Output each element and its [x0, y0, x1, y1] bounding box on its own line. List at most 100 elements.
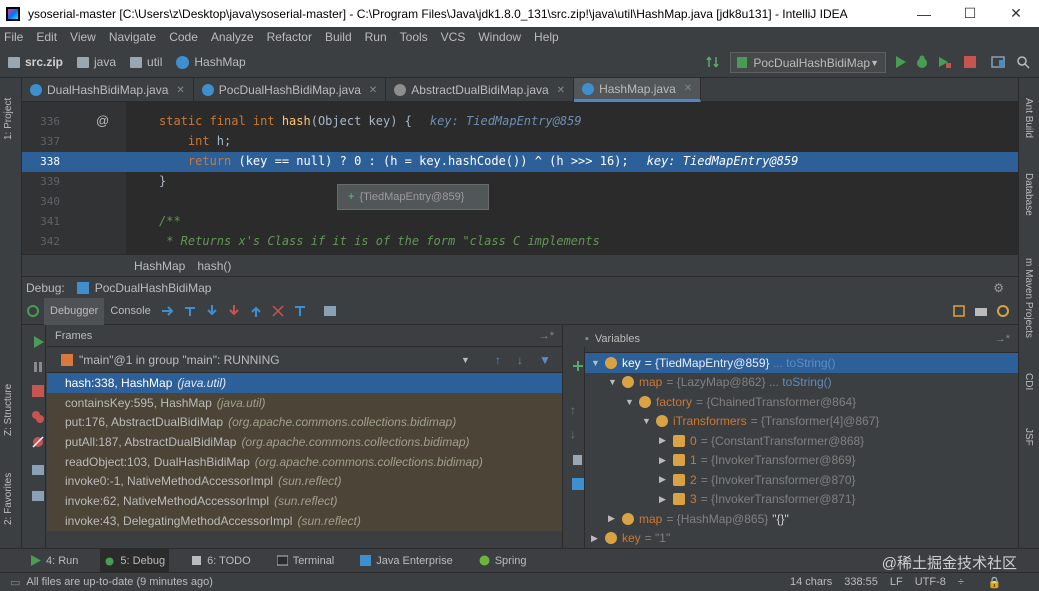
nav-crumb-util[interactable]: util — [130, 55, 162, 69]
favorites-tool-button[interactable]: 2: Favorites — [3, 473, 14, 525]
expanded-arrow-icon[interactable]: ▼ — [608, 377, 618, 387]
menu-view[interactable]: View — [70, 30, 96, 44]
nav-crumb-hashmap[interactable]: HashMap — [176, 55, 246, 69]
to-string-link[interactable]: ... toString() — [769, 375, 832, 389]
variable-node[interactable]: ▶ map = {HashMap@865} "{}" — [585, 509, 1018, 529]
collapsed-arrow-icon[interactable]: ▶ — [591, 533, 601, 544]
ant-build-tool-button[interactable]: Ant Build — [1023, 98, 1034, 138]
stop-icon[interactable] — [963, 55, 977, 69]
menu-run[interactable]: Run — [365, 30, 387, 44]
variable-node[interactable]: ▶ 1 = {InvokerTransformer@869} — [585, 451, 1018, 471]
stack-frame[interactable]: readObject:103, DualHashBidiMap (org.apac… — [47, 451, 562, 472]
variable-node[interactable]: ▶ key = "1" — [585, 529, 1018, 549]
expanded-arrow-icon[interactable]: ▼ — [591, 358, 601, 368]
force-step-into-icon[interactable] — [227, 304, 241, 318]
collapsed-arrow-icon[interactable]: ▶ — [608, 513, 618, 524]
code-line[interactable]: 341 /** — [22, 212, 1018, 232]
todo-tool-tab[interactable]: 6: TODO — [187, 549, 255, 573]
tab-console[interactable]: Console — [104, 298, 156, 325]
menu-navigate[interactable]: Navigate — [109, 30, 156, 44]
collapsed-arrow-icon[interactable]: ▶ — [659, 435, 669, 446]
get-thread-dump-icon[interactable] — [31, 463, 45, 477]
debug-tool-tab[interactable]: 5: Debug — [100, 548, 170, 573]
expanded-arrow-icon[interactable]: ▼ — [625, 397, 635, 407]
stop-icon[interactable] — [31, 384, 45, 398]
database-tool-button[interactable]: Database — [1023, 173, 1034, 216]
project-structure-icon[interactable] — [991, 55, 1005, 69]
collapsed-arrow-icon[interactable]: ▶ — [659, 474, 669, 485]
terminal-tool-tab[interactable]: Terminal — [273, 549, 339, 573]
code-editor[interactable]: 336 static final int hash(Object key) {ke… — [22, 102, 1018, 254]
watches-icon[interactable] — [571, 477, 585, 491]
menu-code[interactable]: Code — [169, 30, 198, 44]
menu-vcs[interactable]: VCS — [441, 30, 466, 44]
tab-dualhashbidimap[interactable]: DualHashBidiMap.java ✕ — [22, 78, 194, 102]
restore-layout-icon[interactable] — [952, 304, 966, 318]
tab-hashmap[interactable]: HashMap.java ✕ — [574, 78, 702, 102]
menu-window[interactable]: Window — [478, 30, 521, 44]
coverage-icon[interactable] — [937, 55, 951, 69]
code-line[interactable]: 336 static final int hash(Object key) {ke… — [22, 112, 1018, 132]
step-out-icon[interactable] — [249, 304, 263, 318]
override-marker-icon[interactable]: @ — [96, 113, 109, 128]
stack-frame[interactable]: putAll:187, AbstractDualBidiMap (org.apac… — [47, 432, 562, 452]
arrow-up-icon[interactable]: ↑ — [570, 403, 576, 417]
nav-crumb-java[interactable]: java — [77, 55, 116, 69]
debug-icon[interactable] — [915, 55, 929, 69]
lock-icon[interactable]: 🔒 — [988, 576, 1002, 589]
collapsed-arrow-icon[interactable]: ▶ — [659, 455, 669, 466]
menu-analyze[interactable]: Analyze — [211, 30, 254, 44]
mute-breakpoints-icon[interactable] — [31, 435, 45, 449]
step-over-icon[interactable] — [183, 304, 197, 318]
filter-icon[interactable]: ▼ — [539, 353, 551, 367]
status-caret-position[interactable]: 338:55 — [844, 576, 878, 589]
close-icon[interactable]: ✕ — [557, 85, 565, 96]
variable-node[interactable]: ▶ 3 = {InvokerTransformer@871} — [585, 490, 1018, 510]
expand-icon[interactable]: + — [348, 191, 354, 203]
tab-abstractdualbidimap[interactable]: AbstractDualBidiMap.java ✕ — [386, 78, 575, 102]
view-breakpoints-icon[interactable] — [31, 410, 45, 424]
menu-edit[interactable]: Edit — [36, 30, 57, 44]
evaluate-expression-icon[interactable] — [323, 304, 337, 318]
more-icon[interactable]: →* — [995, 333, 1010, 345]
variable-node[interactable]: ▼ iTransformers = {Transformer[4]@867} — [585, 412, 1018, 432]
cdi-tool-button[interactable]: CDI — [1023, 373, 1034, 390]
maximize-button[interactable]: ☐ — [947, 5, 993, 22]
code-line[interactable]: 339} — [22, 172, 1018, 192]
breadcrumb-class[interactable]: HashMap — [134, 259, 185, 273]
stack-frame[interactable]: invoke0:-1, NativeMethodAccessorImpl (sun… — [47, 471, 562, 492]
status-encoding[interactable]: UTF-8 ÷ — [915, 576, 976, 589]
menu-build[interactable]: Build — [325, 30, 352, 44]
variable-node[interactable]: ▶ 2 = {InvokerTransformer@870} — [585, 470, 1018, 490]
project-tool-button[interactable]: 1: Project — [3, 98, 14, 140]
tab-debugger[interactable]: Debugger — [44, 297, 105, 325]
java-enterprise-tool-tab[interactable]: Java Enterprise — [356, 549, 456, 573]
close-icon[interactable]: ✕ — [176, 85, 184, 96]
expanded-arrow-icon[interactable]: ▼ — [642, 416, 652, 426]
search-icon[interactable] — [1016, 55, 1030, 69]
arrow-down-icon[interactable]: ↓ — [517, 353, 523, 367]
close-icon[interactable]: ✕ — [684, 83, 692, 94]
run-tool-tab[interactable]: 4: Run — [26, 549, 82, 573]
code-line[interactable]: 340 — [22, 192, 1018, 212]
spring-tool-tab[interactable]: Spring — [475, 549, 531, 573]
step-into-icon[interactable] — [205, 304, 219, 318]
minimize-button[interactable]: — — [901, 6, 947, 22]
stack-frame[interactable]: invoke:43, DelegatingMethodAccessorImpl (… — [47, 510, 562, 531]
variable-node[interactable]: ▶ 0 = {ConstantTransformer@868} — [585, 431, 1018, 451]
close-button[interactable]: ✕ — [993, 5, 1039, 22]
collapsed-arrow-icon[interactable]: ▶ — [659, 494, 669, 505]
rerun-icon[interactable] — [26, 304, 40, 318]
menu-file[interactable]: File — [4, 30, 23, 44]
stack-frame[interactable]: containsKey:595, HashMap (java.util) — [47, 392, 562, 413]
variable-node[interactable]: ▼ factory = {ChainedTransformer@864} — [585, 392, 1018, 412]
refresh-icon[interactable] — [996, 304, 1010, 318]
maven-tool-button[interactable]: m Maven Projects — [1023, 258, 1034, 338]
menu-tools[interactable]: Tools — [400, 30, 428, 44]
structure-tool-button[interactable]: Z: Structure — [3, 384, 14, 436]
code-line[interactable]: 337 int h; — [22, 132, 1018, 152]
execution-line[interactable]: 338 return (key == null) ? 0 : (h = key.… — [22, 152, 1018, 172]
tab-pocdualhashbidimap[interactable]: PocDualHashBidiMap.java ✕ — [194, 78, 387, 102]
camera-icon[interactable] — [974, 304, 988, 318]
run-to-cursor-icon[interactable] — [293, 304, 307, 318]
